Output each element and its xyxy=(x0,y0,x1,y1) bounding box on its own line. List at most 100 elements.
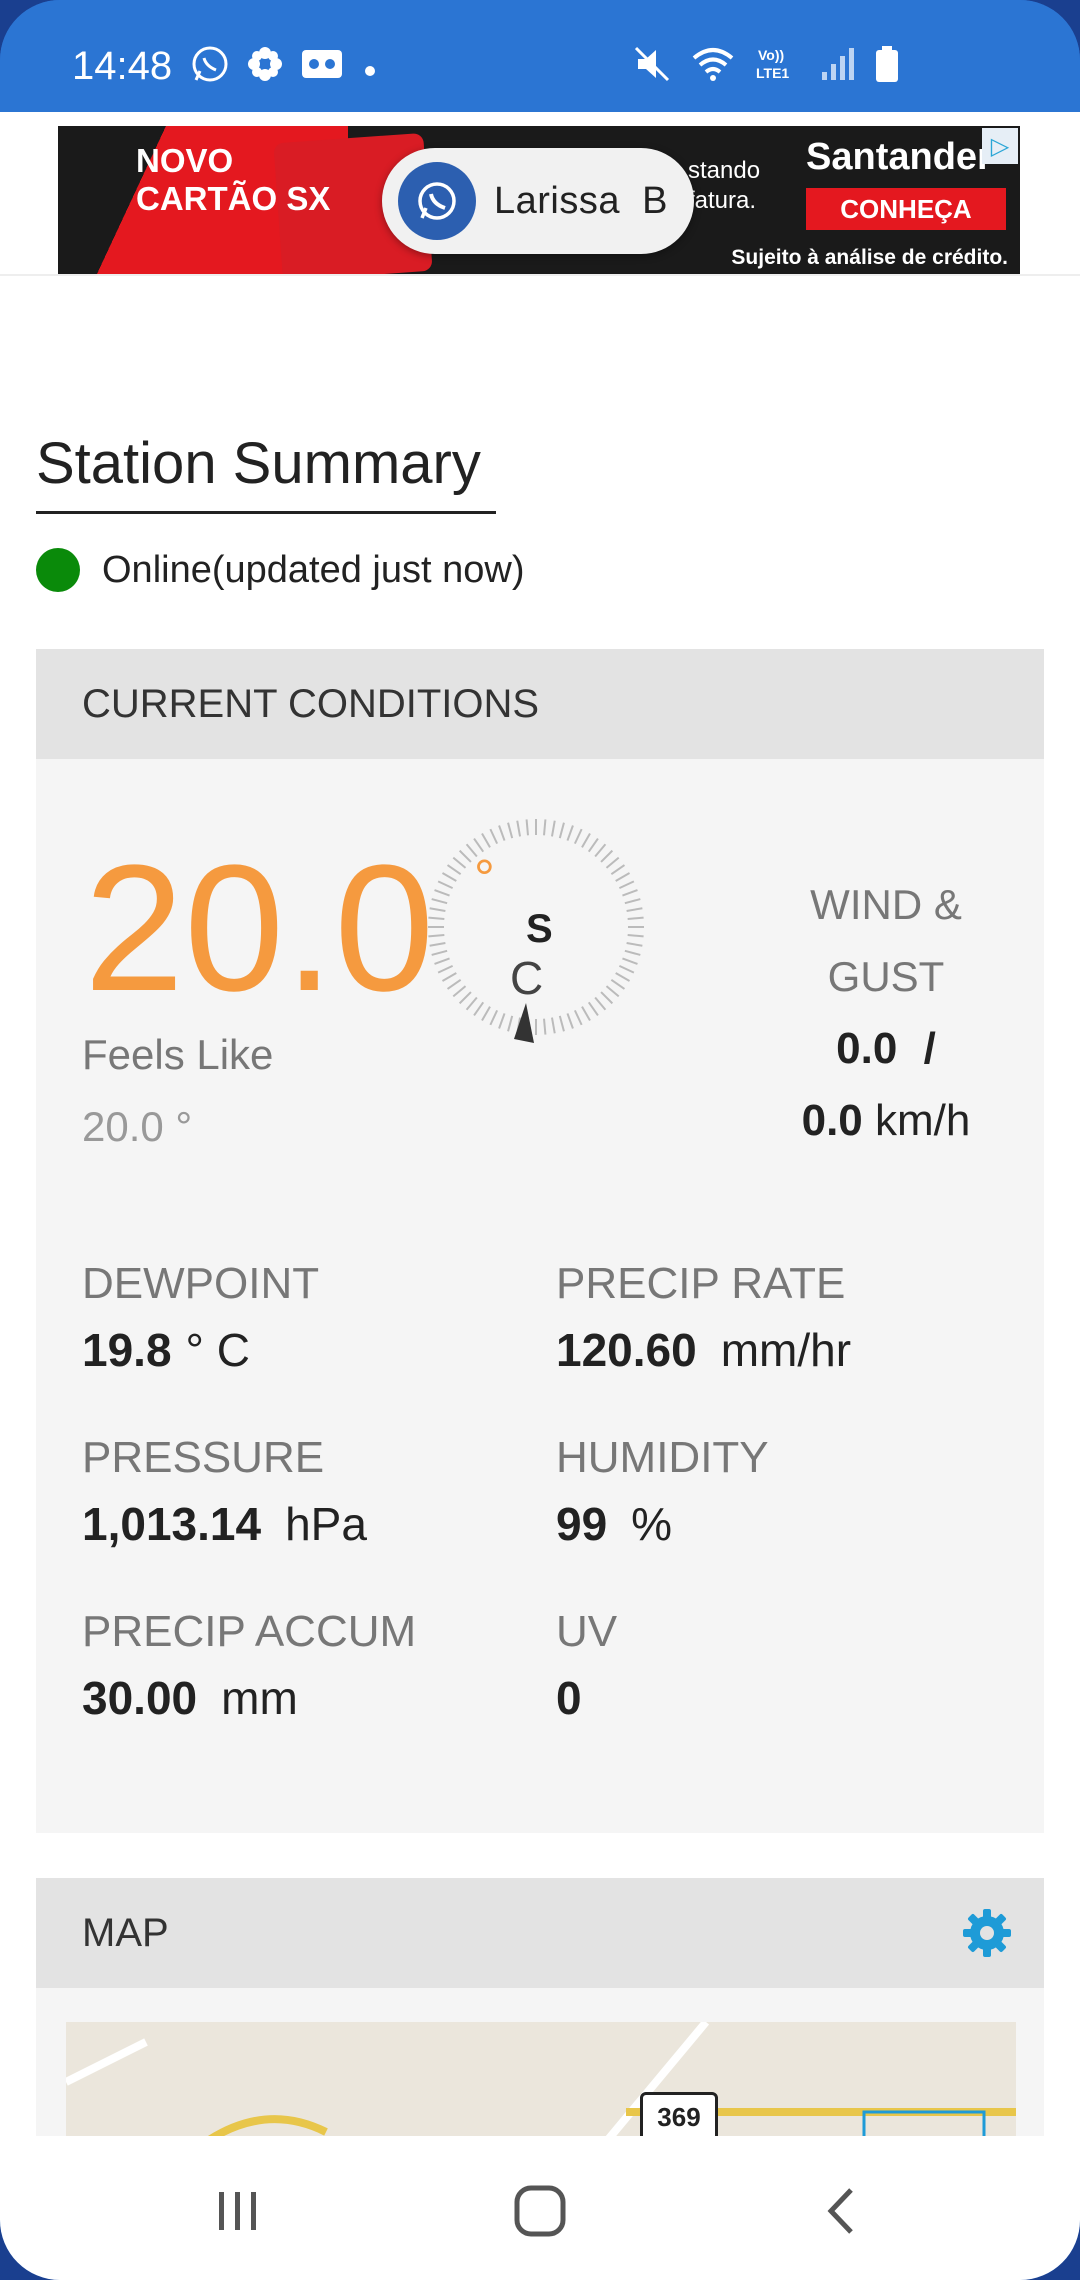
compass-tick xyxy=(465,843,478,858)
whatsapp-icon xyxy=(190,44,230,94)
ad-choices-icon[interactable]: ▷ xyxy=(982,128,1018,164)
compass-tick xyxy=(550,820,556,837)
online-status-dot xyxy=(36,548,80,592)
station-status: Online(updated just now) xyxy=(36,548,524,592)
compass-tick xyxy=(507,1015,514,1032)
precip-accum-unit: mm xyxy=(221,1672,298,1724)
recent-apps-button[interactable] xyxy=(198,2176,278,2246)
precip-rate-label: PRECIP RATE xyxy=(556,1259,846,1308)
compass-pointer xyxy=(514,1003,534,1043)
current-conditions-header: CURRENT CONDITIONS xyxy=(36,649,1044,759)
dewpoint-value-row: 19.8 ° C xyxy=(82,1323,319,1377)
status-text: Online(updated just now) xyxy=(102,548,525,591)
wind-value-line: 0.0 / xyxy=(746,1013,1026,1085)
compass-tick xyxy=(624,898,641,905)
compass-tick xyxy=(446,978,462,990)
battery-icon xyxy=(874,45,900,91)
back-icon xyxy=(827,2188,853,2234)
compass-tick xyxy=(452,856,467,869)
compass-tick xyxy=(434,889,450,897)
svg-text:LTE1: LTE1 xyxy=(756,65,789,81)
compass-tick xyxy=(618,880,635,890)
compass-tick xyxy=(431,949,448,956)
compass-tick xyxy=(441,872,457,882)
compass-tick xyxy=(587,1001,599,1017)
divider xyxy=(0,274,1080,276)
compass-tick xyxy=(465,996,478,1011)
precip-accum-value: 30.00 xyxy=(82,1672,198,1724)
dewpoint-value: 19.8 xyxy=(82,1324,172,1376)
ad-title: NOVO CARTÃO SX xyxy=(136,142,330,218)
compass-tick xyxy=(600,991,614,1005)
compass-tick xyxy=(626,907,643,913)
compass-tick xyxy=(600,849,614,863)
uv-label: UV xyxy=(556,1607,618,1656)
humidity-value-row: 99% xyxy=(556,1497,769,1551)
gust-value: 0.0 xyxy=(801,1096,863,1145)
compass-tick xyxy=(498,825,506,841)
wind-gust-block: WIND & GUST 0.0 / 0.0 km/h xyxy=(746,869,1026,1157)
humidity-label: HUMIDITY xyxy=(556,1433,769,1482)
compass-tick xyxy=(627,916,644,920)
home-icon xyxy=(514,2185,566,2237)
compass-direction: S xyxy=(526,907,553,951)
dewpoint-label: DEWPOINT xyxy=(82,1259,320,1308)
map-roads xyxy=(66,2022,1016,2136)
status-right-icons: Vo)) LTE1 xyxy=(632,44,900,92)
gear-icon[interactable] xyxy=(960,1906,1014,1960)
compass-tick xyxy=(428,934,445,938)
map-header: MAP xyxy=(36,1878,1044,1988)
recent-apps-icon xyxy=(219,2192,256,2230)
svg-text:Vo)): Vo)) xyxy=(758,47,784,63)
ad-fine-print: Sujeito à análise de crédito. xyxy=(731,246,1008,269)
compass-tick xyxy=(624,949,641,956)
compass-tick xyxy=(507,822,514,839)
compass-tick xyxy=(573,828,583,845)
wind-label-line2: GUST xyxy=(827,953,945,1000)
signal-icon xyxy=(820,46,856,90)
compass-tick xyxy=(610,864,626,876)
ad-title-line2: CARTÃO SX xyxy=(136,180,331,217)
wind-value: 0.0 xyxy=(836,1024,898,1073)
mute-icon xyxy=(632,44,672,92)
home-button[interactable] xyxy=(500,2176,580,2246)
pressure-value-row: 1,013.14 hPa xyxy=(82,1497,367,1551)
compass-tick xyxy=(622,889,638,897)
whatsapp-icon xyxy=(398,162,476,240)
page-title: Station Summary xyxy=(36,430,496,514)
back-button[interactable] xyxy=(802,2176,882,2246)
compass-tick xyxy=(452,985,467,998)
compass-tick xyxy=(615,972,631,982)
flower-icon xyxy=(246,45,284,93)
wind-separator: / xyxy=(923,1024,936,1073)
map-view[interactable]: 369 xyxy=(66,2022,1016,2136)
compass-tick xyxy=(437,880,454,890)
compass-tick xyxy=(489,1009,499,1026)
system-navigation-bar xyxy=(0,2136,1080,2280)
gust-value-line: 0.0 km/h xyxy=(746,1085,1026,1157)
compass-tick xyxy=(626,941,643,947)
compass-tick xyxy=(566,1013,574,1029)
compass-tick xyxy=(566,825,574,841)
compass-tick xyxy=(605,985,620,998)
chat-contact-name: Larissa B xyxy=(494,179,668,222)
pressure-label: PRESSURE xyxy=(82,1433,325,1482)
dot-icon xyxy=(360,48,380,91)
compass-tick xyxy=(594,843,607,858)
compass-tick xyxy=(458,991,472,1005)
compass-tick xyxy=(594,996,607,1011)
compass-tick xyxy=(446,864,462,876)
ad-cta-button[interactable]: CONHEÇA xyxy=(806,188,1006,230)
app-screen: NOVO CARTÃO SX stando fatura. Santander … xyxy=(0,112,1080,2136)
compass-tick xyxy=(605,856,620,869)
pressure-unit: hPa xyxy=(285,1498,367,1550)
chat-head-bubble[interactable]: Larissa B xyxy=(382,148,694,254)
compass-tick xyxy=(558,822,565,839)
status-time: 14:48 xyxy=(72,44,173,88)
uv-value: 0 xyxy=(556,1672,582,1724)
feels-like-label: Feels Like xyxy=(82,1031,274,1078)
humidity-unit: % xyxy=(631,1498,673,1550)
voicemail-icon xyxy=(300,46,344,92)
precip-rate-value-row: 120.60 mm/hr xyxy=(556,1323,851,1377)
compass-tick xyxy=(428,916,445,920)
